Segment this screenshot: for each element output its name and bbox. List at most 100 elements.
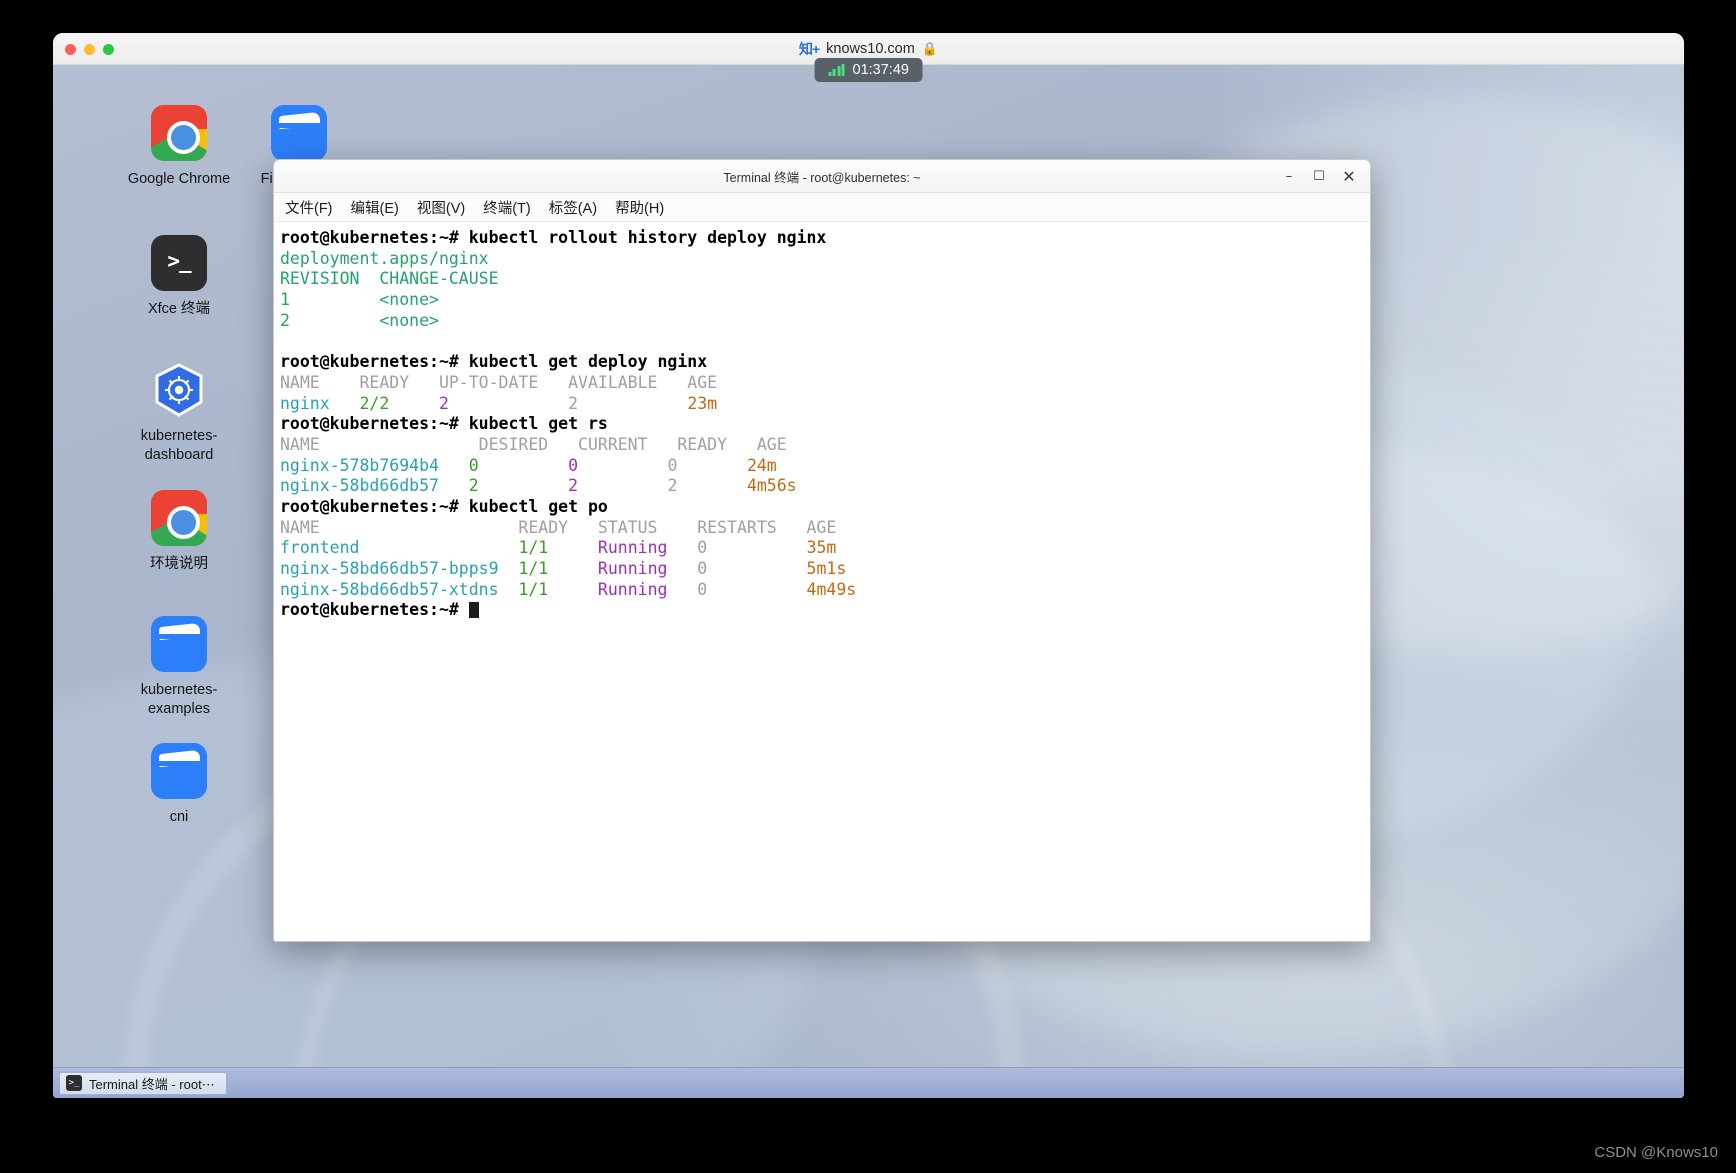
terminal-text: 0 [667, 455, 678, 475]
watermark: CSDN @Knows10 [1594, 1144, 1718, 1161]
menu-help[interactable]: 帮助(H) [606, 194, 673, 221]
terminal-text: NAME READY STATUS RESTARTS AGE [280, 517, 837, 537]
chrome-icon [151, 490, 207, 546]
terminal-text: 5m1s [806, 559, 847, 578]
menu-tabs[interactable]: 标签(A) [540, 194, 606, 221]
desktop-icon-xfce-terminal[interactable]: >_ Xfce 终端 [116, 235, 242, 319]
terminal-cursor [468, 602, 479, 619]
terminal-text: 0 [568, 455, 579, 475]
terminal-text: nginx-58bd66db57 [280, 476, 439, 496]
terminal-line: frontend 1/1 Running 0 35m [280, 538, 1370, 559]
terminal-text: 1/1 [518, 579, 549, 599]
menu-view[interactable]: 视图(V) [408, 194, 474, 221]
terminal-text: 1/1 [518, 538, 549, 558]
terminal-minimize-button[interactable]: – [1274, 164, 1304, 190]
terminal-text: Running [597, 559, 668, 578]
terminal-line: nginx-578b7694b4 0 0 0 24m [280, 456, 1370, 477]
terminal-text: frontend [280, 538, 360, 558]
chrome-icon [151, 105, 207, 161]
terminal-line: NAME READY STATUS RESTARTS AGE [280, 518, 1370, 539]
terminal-text: 35m [806, 538, 837, 558]
terminal-text: NAME READY UP-TO-DATE AVAILABLE AGE [280, 372, 718, 392]
terminal-close-button[interactable]: ✕ [1334, 164, 1364, 190]
terminal-text: root@kubernetes:~# [280, 228, 469, 247]
terminal-line: root@kubernetes:~# kubectl get deploy ng… [280, 352, 1370, 373]
terminal-line: root@kubernetes:~# [280, 600, 1370, 621]
terminal-text: root@kubernetes:~# kubectl get rs [280, 414, 608, 434]
menu-file[interactable]: 文件(F) [276, 194, 342, 221]
taskbar: >_ Terminal 终端 - root⋯ [53, 1067, 1684, 1098]
terminal-titlebar[interactable]: Terminal 终端 - root@kubernetes: ~ – ☐ ✕ [274, 160, 1370, 193]
terminal-text: nginx-58bd66db57-xtdns [280, 579, 499, 599]
terminal-line: NAME DESIRED CURRENT READY AGE [280, 435, 1370, 456]
terminal-text: root@kubernetes:~# [280, 600, 469, 620]
folder-icon [151, 616, 207, 672]
folder-icon [271, 105, 327, 161]
taskbar-item-terminal[interactable]: >_ Terminal 终端 - root⋯ [59, 1071, 227, 1095]
terminal-line: root@kubernetes:~# kubectl get po [280, 497, 1370, 518]
address-url: knows10.com [826, 41, 915, 57]
terminal-text: nginx [280, 393, 330, 413]
desktop-area: Google Chrome FileTransfer >_ Xfce 终端 [53, 65, 1684, 1098]
clock-time: 01:37:49 [852, 62, 909, 78]
desktop-icon-kubernetes-examples[interactable]: kubernetes-examples [116, 616, 242, 719]
desktop-icon-cni[interactable]: cni [116, 743, 242, 827]
terminal-text: 4m56s [746, 476, 797, 496]
terminal-line: root@kubernetes:~# kubectl get rs [280, 414, 1370, 435]
screen-canvas: 知+ knows10.com 🔒 Google Chrome FileTrans… [0, 0, 1736, 1173]
clock-tooltip: 01:37:49 [814, 58, 923, 82]
terminal-maximize-button[interactable]: ☐ [1304, 164, 1334, 190]
terminal-menubar: 文件(F) 编辑(E) 视图(V) 终端(T) 标签(A) 帮助(H) [274, 193, 1370, 222]
terminal-text: 2 [568, 476, 579, 496]
terminal-text: 4m49s [806, 579, 857, 599]
desktop-icon-kubernetes-dashboard[interactable]: kubernetes-dashboard [116, 362, 242, 465]
terminal-line: 2 <none> [280, 311, 1370, 332]
terminal-text: 0 [697, 559, 708, 578]
terminal-line: nginx-58bd66db57-xtdns 1/1 Running 0 4m4… [280, 580, 1370, 601]
terminal-text: 1 <none> [280, 290, 439, 310]
terminal-output[interactable]: root@kubernetes:~# kubectl rollout histo… [274, 222, 1370, 941]
terminal-text: root@kubernetes:~# kubectl get deploy ng… [280, 352, 708, 372]
terminal-window: Terminal 终端 - root@kubernetes: ~ – ☐ ✕ 文… [273, 159, 1371, 942]
kubernetes-icon [151, 362, 207, 418]
terminal-line: nginx-58bd66db57 2 2 2 4m56s [280, 476, 1370, 497]
lock-icon: 🔒 [921, 41, 939, 56]
browser-window: 知+ knows10.com 🔒 Google Chrome FileTrans… [53, 33, 1684, 1098]
terminal-text: 0 [468, 455, 479, 475]
terminal-text: 2 [468, 476, 479, 496]
signal-bars-icon [828, 64, 845, 76]
menu-terminal[interactable]: 终端(T) [474, 194, 540, 221]
terminal-text: 2 [667, 476, 678, 496]
terminal-text: 24m [746, 455, 777, 475]
terminal-text: 0 [697, 579, 708, 599]
terminal-text: deployment.apps/nginx [280, 248, 489, 268]
desktop-icon-huanjing-shuoming[interactable]: 环境说明 [116, 490, 242, 574]
taskbar-item-label: Terminal 终端 - root⋯ [89, 1076, 215, 1092]
desktop-icon-google-chrome[interactable]: Google Chrome [116, 105, 242, 189]
menu-edit[interactable]: 编辑(E) [342, 194, 408, 221]
terminal-line: deployment.apps/nginx [280, 249, 1370, 270]
terminal-text: Running [597, 538, 668, 558]
terminal-title-text: Terminal 终端 - root@kubernetes: ~ [723, 171, 921, 185]
